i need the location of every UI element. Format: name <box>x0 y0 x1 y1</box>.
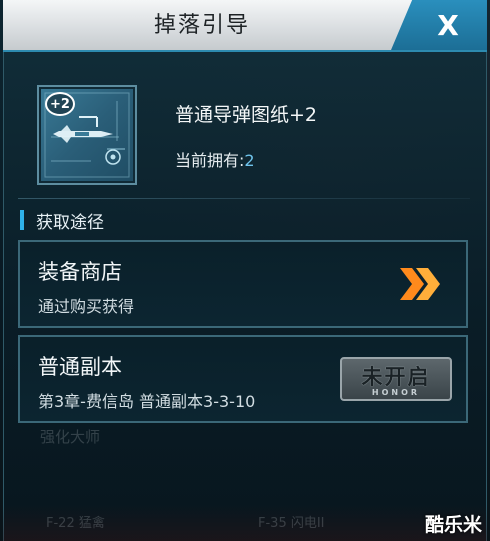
locked-status-badge: 未开启 HONOR <box>340 357 452 401</box>
owned-label: 当前拥有: <box>175 151 245 170</box>
background-faded-label: 强化大师 <box>40 428 101 446</box>
source-title: 普通副本 <box>38 355 122 379</box>
owned-count: 2 <box>244 151 255 170</box>
quantity-badge: +2 <box>45 92 75 116</box>
owned-row: 当前拥有:2 <box>175 147 255 171</box>
background-bottom-left: F-22 猛禽 <box>46 516 105 531</box>
close-icon: X <box>437 8 459 42</box>
double-chevron-right-icon[interactable] <box>398 266 444 302</box>
dialog-title: 掉落引导 <box>153 13 250 38</box>
source-title: 装备商店 <box>38 260 122 284</box>
section-title: 获取途径 <box>36 213 104 233</box>
item-name: 普通导弹图纸+2 <box>175 104 318 126</box>
source-equipment-shop[interactable]: 装备商店 通过购买获得 <box>18 240 468 328</box>
source-desc: 通过购买获得 <box>38 297 135 316</box>
close-button[interactable]: X <box>391 0 487 50</box>
divider <box>18 198 470 199</box>
source-normal-instance[interactable]: 普通副本 第3章-费信岛 普通副本3-3-10 未开启 HONOR <box>18 335 468 423</box>
background-bottom-right: F-35 闪电II <box>258 516 325 531</box>
section-marker <box>20 210 24 230</box>
dialog-header: 掉落引导 X <box>3 0 487 52</box>
site-watermark: 酷乐米 <box>424 514 482 536</box>
source-desc: 第3章-费信岛 普通副本3-3-10 <box>38 392 256 411</box>
locked-status-label: 未开启 <box>361 365 431 389</box>
locked-status-sub: HONOR <box>371 388 421 397</box>
